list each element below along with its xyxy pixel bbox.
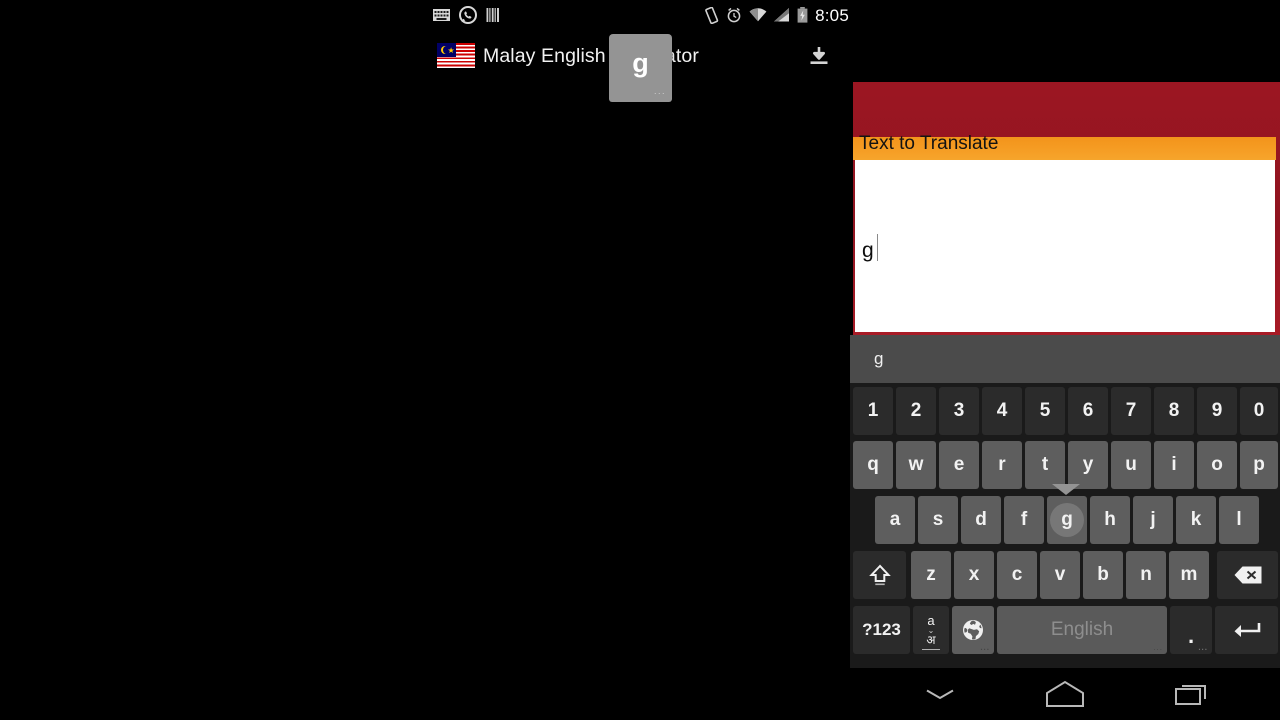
period-key-dots: ... [1198,643,1208,652]
backspace-icon [1234,566,1261,584]
globe-key-dots: ... [980,643,990,652]
translate-input[interactable]: g [855,160,1275,332]
keyboard-row-function: ?123 a ⌄ अ ... English ... . ... [850,606,1280,656]
key-p[interactable]: p [1240,441,1278,489]
keyboard-icon [433,9,450,21]
key-a[interactable]: a [875,496,915,544]
key-1[interactable]: 1 [853,387,893,435]
globe-key[interactable]: ... [952,606,994,654]
key-4[interactable]: 4 [982,387,1022,435]
key-0[interactable]: 0 [1240,387,1278,435]
battery-charging-icon [797,7,808,23]
key-5[interactable]: 5 [1025,387,1065,435]
signal-icon [774,8,790,22]
text-to-translate-label-wrapper: Text to Translate [853,133,1276,160]
language-latin-label: a [927,612,935,628]
barcode-icon [486,8,499,22]
key-s[interactable]: s [918,496,958,544]
status-bar-left-icons [433,0,500,30]
key-d[interactable]: d [961,496,1001,544]
key-x[interactable]: x [954,551,994,599]
key-preview-popup: g ... [609,34,672,102]
key-n[interactable]: n [1126,551,1166,599]
key-r[interactable]: r [982,441,1022,489]
translate-input-value: g [862,239,874,262]
key-e[interactable]: e [939,441,979,489]
key-c[interactable]: c [997,551,1037,599]
navigation-bar [850,668,1280,720]
download-icon [810,47,828,64]
key-i[interactable]: i [1154,441,1194,489]
key-8[interactable]: 8 [1154,387,1194,435]
key-w[interactable]: w [896,441,936,489]
text-caret [877,234,878,261]
phone-screenshot: 8:05 ★ Malay English Translator Text to … [0,0,1280,720]
key-o[interactable]: o [1197,441,1237,489]
key-3[interactable]: 3 [939,387,979,435]
alarm-icon [727,7,741,23]
key-y[interactable]: y [1068,441,1108,489]
keyboard-row-numbers: 1 2 3 4 5 6 7 8 9 0 [850,387,1280,437]
recents-icon [1175,685,1206,705]
keyboard-row-bottom: z x c v b n m [850,551,1280,601]
key-t[interactable]: t [1025,441,1065,489]
wifi-icon [749,8,767,22]
space-key-label: English [1050,619,1114,640]
key-k[interactable]: k [1176,496,1216,544]
key-g[interactable]: g [1047,496,1087,544]
key-f[interactable]: f [1004,496,1044,544]
key-9[interactable]: 9 [1197,387,1237,435]
space-key-dots: ... [1153,643,1163,652]
period-key-label: . [1187,623,1195,648]
key-g-label: g [1061,509,1073,530]
suggestion-item[interactable]: g [874,335,883,383]
language-key-underline [922,648,940,650]
home-icon [1046,680,1084,707]
symbols-key[interactable]: ?123 [853,606,910,654]
vibrate-icon [705,6,719,24]
recents-button[interactable] [1152,668,1232,720]
soft-keyboard: 1 2 3 4 5 6 7 8 9 0 q w e r t y u i o p … [850,383,1280,668]
backspace-key[interactable] [1217,551,1278,599]
language-indic-label: अ [926,632,936,647]
hide-keyboard-button[interactable] [900,668,980,720]
whatsapp-icon [459,6,477,24]
key-preview-more-icon: ... [653,86,666,96]
space-key[interactable]: English ... [997,606,1167,654]
text-to-translate-label: Text to Translate [859,133,999,154]
phone-viewport: 8:05 ★ Malay English Translator Text to … [425,0,1280,720]
key-v[interactable]: v [1040,551,1080,599]
key-preview-char: g [632,48,649,78]
period-key[interactable]: . ... [1170,606,1212,654]
shift-icon [868,564,891,586]
status-bar-right-icons: 8:05 [704,0,849,30]
key-preview-tail [1052,484,1080,495]
shift-key[interactable] [853,551,906,599]
key-l[interactable]: l [1219,496,1259,544]
language-switch-key[interactable]: a ⌄ अ [913,606,949,654]
key-b[interactable]: b [1083,551,1123,599]
key-7[interactable]: 7 [1111,387,1151,435]
enter-key[interactable] [1215,606,1278,654]
key-u[interactable]: u [1111,441,1151,489]
hide-keyboard-icon [926,689,954,700]
key-m[interactable]: m [1169,551,1209,599]
status-bar-clock: 8:05 [815,5,849,25]
enter-icon [1234,623,1260,637]
key-2[interactable]: 2 [896,387,936,435]
key-z[interactable]: z [911,551,951,599]
key-j[interactable]: j [1133,496,1173,544]
keyboard-row-home: a s d f g h j k l [850,496,1280,546]
status-bar: 8:05 [425,0,855,30]
key-q[interactable]: q [853,441,893,489]
key-h[interactable]: h [1090,496,1130,544]
globe-icon [963,620,983,640]
key-6[interactable]: 6 [1068,387,1108,435]
home-button[interactable] [1025,668,1105,720]
suggestion-strip[interactable]: g [850,335,1280,383]
download-button[interactable] [797,30,841,82]
malaysia-flag-icon: ★ [437,43,475,68]
